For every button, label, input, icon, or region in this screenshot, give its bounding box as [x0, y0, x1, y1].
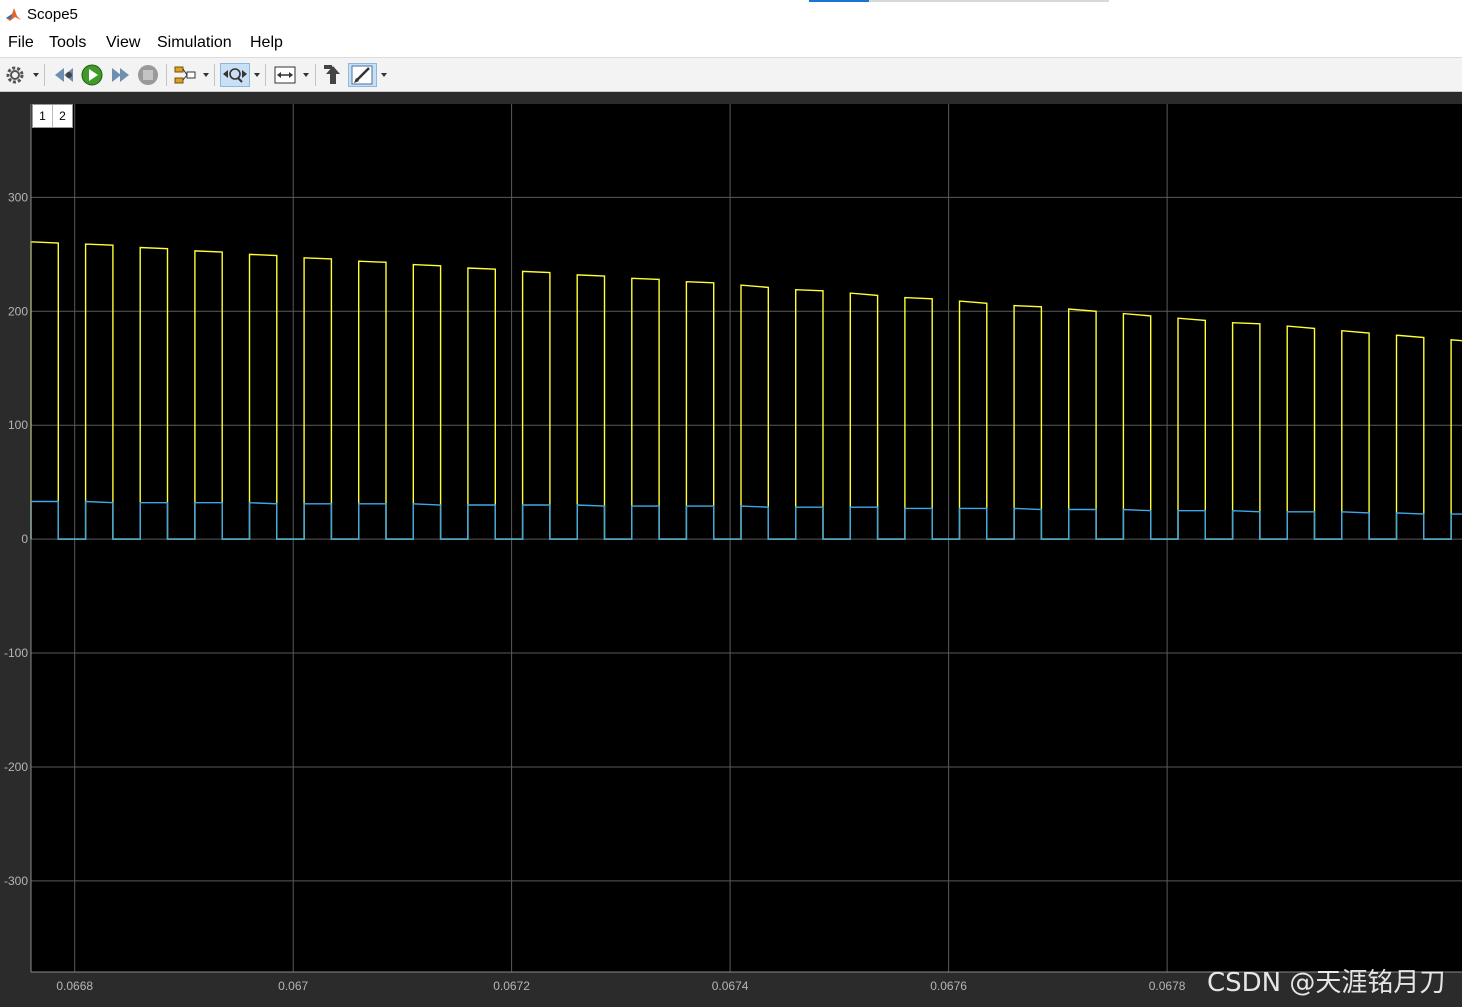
toolbar-separator	[44, 64, 45, 86]
accent-line	[809, 0, 869, 2]
x-tick-label: 0.0678	[1149, 979, 1186, 993]
highlight-block-icon	[324, 65, 340, 84]
layout-badge-left: 1	[39, 109, 46, 123]
gear-icon	[6, 66, 24, 84]
layout-badge-right: 2	[52, 105, 72, 127]
scope-display: 300 200 100 0 -100 -200 -300 0.0668 0.067 0.0672…	[0, 92, 1462, 1007]
x-tick-labels: 0.0668 0.067 0.0672 0.0674 0.0676 0.0678	[56, 979, 1185, 993]
y-tick-label: -300	[4, 874, 28, 888]
x-tick-label: 0.0672	[493, 979, 530, 993]
y-tick-labels: 300 200 100 0 -100 -200 -300	[4, 190, 28, 888]
fit-axes-button[interactable]	[273, 63, 297, 87]
toolbar-separator	[214, 64, 215, 86]
run-icon	[81, 64, 103, 86]
signal-selector-button[interactable]	[173, 63, 197, 87]
scope-plot[interactable]: 300 200 100 0 -100 -200 -300 0.0668 0.067 0.0672…	[0, 92, 1462, 1007]
menu-view[interactable]: View	[106, 34, 140, 52]
y-tick-label: 0	[21, 532, 28, 546]
taskbar-line	[869, 0, 1109, 2]
toolbar-separator	[265, 64, 266, 86]
style-button[interactable]	[348, 63, 377, 87]
menu-bar: File Tools View Simulation Help	[0, 30, 1462, 58]
highlight-block-button[interactable]	[322, 63, 344, 87]
signal-selector-icon	[174, 66, 196, 84]
y-tick-label: -100	[4, 646, 28, 660]
x-tick-label: 0.067	[278, 979, 308, 993]
zoom-button[interactable]	[220, 63, 250, 87]
y-tick-label: 100	[8, 418, 28, 432]
window-title: Scope5	[27, 6, 78, 23]
style-icon	[351, 65, 373, 85]
run-button[interactable]	[80, 63, 104, 87]
x-tick-label: 0.0674	[712, 979, 749, 993]
settings-dropdown-arrow[interactable]	[33, 73, 39, 77]
menu-tools[interactable]: Tools	[49, 34, 86, 52]
style-dropdown-arrow[interactable]	[381, 73, 387, 77]
y-tick-label: -200	[4, 760, 28, 774]
menu-file[interactable]: File	[8, 34, 34, 52]
y-tick-label: 200	[8, 304, 28, 318]
toolbar-separator	[315, 64, 316, 86]
signal-selector-dropdown-arrow[interactable]	[203, 73, 209, 77]
step-forward-icon	[112, 68, 129, 82]
fit-axes-dropdown-arrow[interactable]	[303, 73, 309, 77]
x-tick-label: 0.0668	[56, 979, 93, 993]
zoom-dropdown-arrow[interactable]	[254, 73, 260, 77]
toolbar-separator	[166, 64, 167, 86]
menu-help[interactable]: Help	[250, 34, 283, 52]
stop-icon	[138, 65, 158, 85]
x-tick-label: 0.0676	[930, 979, 967, 993]
y-tick-label: 300	[8, 190, 28, 204]
watermark: CSDN @天涯铭月刀	[1207, 968, 1446, 998]
toolbar	[0, 58, 1462, 92]
zoom-icon	[223, 68, 247, 83]
title-bar: Scope5	[0, 0, 1462, 30]
fit-axes-icon	[274, 66, 296, 84]
step-forward-button[interactable]	[109, 63, 131, 87]
step-back-icon	[55, 68, 73, 82]
settings-button[interactable]	[4, 63, 26, 87]
matlab-logo-icon	[5, 6, 22, 23]
plot-background	[31, 104, 1462, 972]
step-back-button[interactable]	[53, 63, 75, 87]
menu-simulation[interactable]: Simulation	[157, 34, 232, 52]
stop-button[interactable]	[137, 63, 159, 87]
layout-badge[interactable]: 1 2	[32, 104, 73, 128]
